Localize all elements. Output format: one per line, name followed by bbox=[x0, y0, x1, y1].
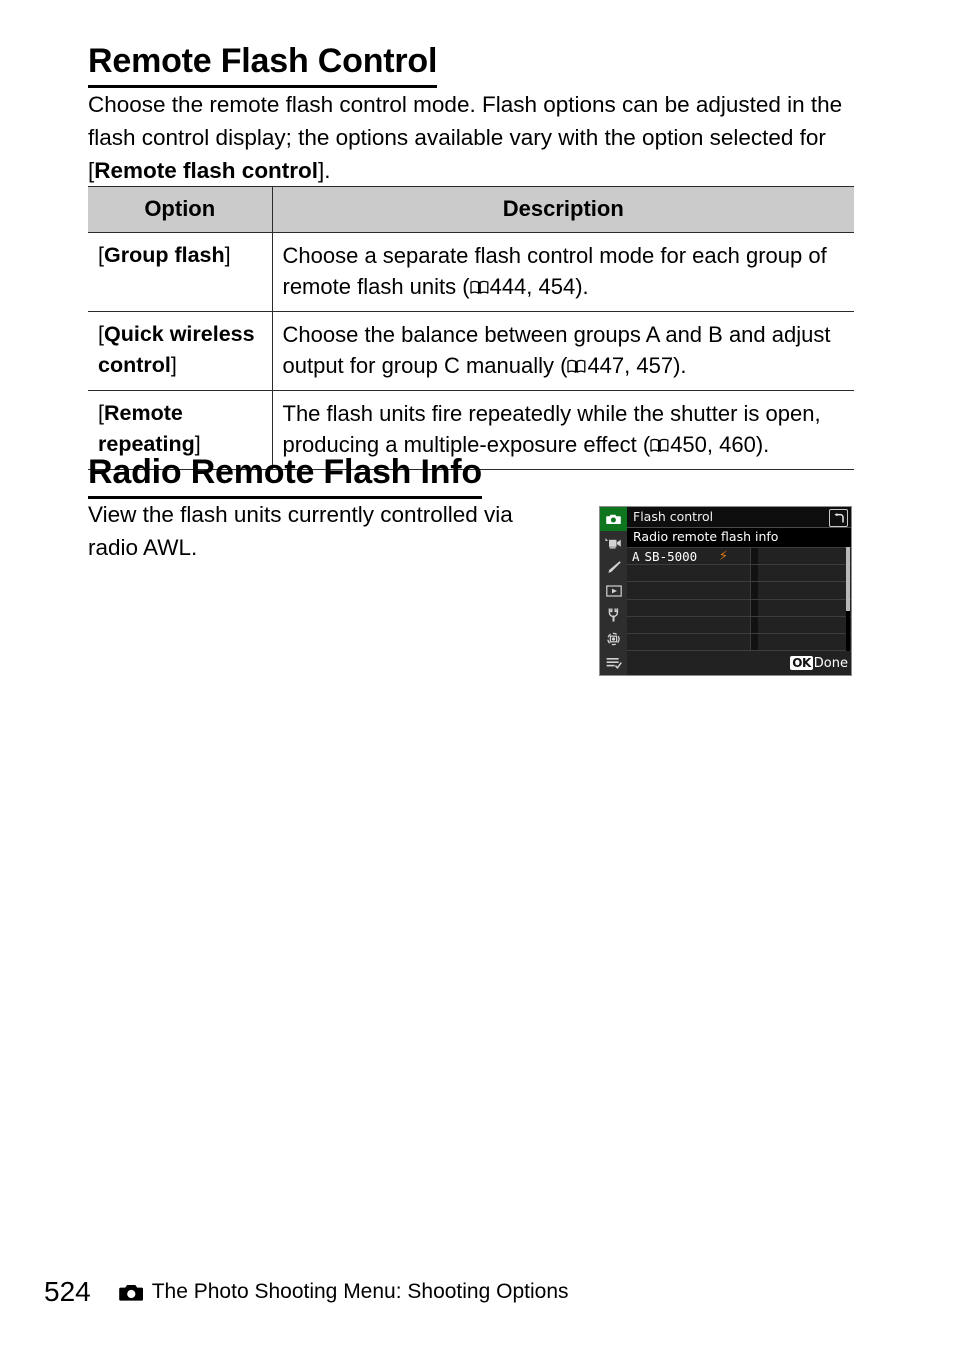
flash-units-list: A SB-5000 ⚡ bbox=[627, 547, 851, 652]
retouch-menu-icon bbox=[606, 632, 621, 646]
back-button[interactable] bbox=[829, 509, 848, 527]
description-cell: Choose the balance between groups A and … bbox=[272, 311, 854, 391]
movie-shooting-menu-icon bbox=[605, 537, 622, 549]
radio-remote-flash-info-paragraph: View the flash units currently controlle… bbox=[88, 502, 513, 560]
flash-unit-model: SB-5000 bbox=[644, 548, 698, 564]
flash-unit-info bbox=[627, 565, 751, 582]
done-label: Done bbox=[813, 655, 848, 671]
remote-flash-control-options-table: Option Description [Group flash] Choose … bbox=[88, 186, 854, 470]
flash-unit-row[interactable] bbox=[627, 599, 851, 617]
intro-text-bold: Remote flash control bbox=[94, 158, 319, 183]
flash-group-label: A bbox=[632, 548, 640, 564]
book-reference-icon bbox=[650, 438, 669, 453]
page-footer: 524 The Photo Shooting Menu: Shooting Op… bbox=[44, 1276, 569, 1308]
camera-menu-sidebar bbox=[600, 507, 627, 675]
intro-text-after: ]. bbox=[318, 158, 331, 183]
table-row: [Quick wireless control] Choose the bala… bbox=[88, 311, 854, 391]
book-reference-icon bbox=[469, 280, 489, 295]
page-references: 447, 457 bbox=[587, 353, 674, 378]
flash-unit-detail bbox=[758, 565, 851, 582]
sidebar-item-photo-shooting-menu[interactable] bbox=[600, 507, 627, 531]
option-cell: [Quick wireless control] bbox=[88, 311, 273, 391]
flash-unit-row[interactable] bbox=[627, 582, 851, 600]
my-menu-icon bbox=[606, 657, 622, 670]
camera-menu-subtitle-bar: Radio remote flash info bbox=[627, 528, 851, 547]
sidebar-item-setup-menu[interactable] bbox=[600, 603, 627, 627]
flash-unit-info bbox=[627, 599, 751, 616]
page-title-remote-flash-control: Remote Flash Control bbox=[88, 43, 437, 88]
flash-unit-row[interactable] bbox=[627, 633, 851, 652]
camera-menu-title: Flash control bbox=[633, 508, 714, 524]
footer-text: The Photo Shooting Menu: Shooting Option… bbox=[151, 1280, 569, 1303]
flash-unit-info bbox=[627, 633, 751, 651]
intro-paragraph: Choose the remote flash control mode. Fl… bbox=[88, 88, 858, 187]
bracket-close: ] bbox=[170, 353, 177, 377]
camera-menu-body: Flash control Radio remote flash info A … bbox=[627, 507, 851, 675]
camera-menu-subtitle: Radio remote flash info bbox=[633, 529, 779, 545]
return-arrow-icon bbox=[833, 509, 845, 528]
description-text-end: ). bbox=[673, 353, 687, 378]
option-cell: [Group flash] bbox=[88, 232, 273, 312]
flash-unit-detail bbox=[758, 548, 851, 565]
column-header-description: Description bbox=[272, 186, 854, 233]
camera-menu-screenshot: Flash control Radio remote flash info A … bbox=[599, 506, 852, 676]
sidebar-item-playback-menu[interactable] bbox=[600, 579, 627, 603]
flash-unit-detail bbox=[758, 599, 851, 616]
sidebar-item-movie-shooting-menu[interactable] bbox=[600, 531, 627, 555]
description-text: Choose the balance between groups A and … bbox=[282, 322, 831, 378]
sidebar-item-retouch-menu[interactable] bbox=[600, 627, 627, 651]
page-title-radio-remote-flash-info: Radio Remote Flash Info bbox=[88, 454, 482, 499]
sidebar-item-custom-settings-menu[interactable] bbox=[600, 555, 627, 579]
flash-unit-info bbox=[627, 616, 751, 633]
flash-unit-row[interactable]: A SB-5000 ⚡ bbox=[627, 547, 851, 566]
bracket-close: ] bbox=[224, 243, 231, 267]
option-label: Group flash bbox=[103, 243, 225, 267]
flash-unit-info bbox=[627, 582, 751, 599]
option-label: Remote repeating bbox=[98, 401, 195, 456]
sidebar-item-my-menu[interactable] bbox=[600, 651, 627, 675]
flash-unit-detail bbox=[758, 582, 851, 599]
done-button[interactable]: OK Done bbox=[790, 656, 848, 670]
setup-menu-icon bbox=[607, 608, 620, 622]
flash-unit-row[interactable] bbox=[627, 616, 851, 634]
page-references: 450, 460 bbox=[670, 432, 756, 457]
description-text-end: ). bbox=[755, 432, 770, 457]
flash-unit-info: A SB-5000 ⚡ bbox=[627, 548, 751, 565]
flash-unit-detail bbox=[758, 616, 851, 633]
column-header-option: Option bbox=[88, 186, 273, 233]
description-text-end: ). bbox=[575, 274, 589, 299]
page-number: 524 bbox=[44, 1276, 91, 1307]
custom-settings-menu-icon bbox=[606, 560, 622, 574]
table-row: [Group flash] Choose a separate flash co… bbox=[88, 232, 854, 312]
flash-unit-detail bbox=[758, 633, 851, 651]
camera-menu-footer: OK Done bbox=[627, 651, 851, 675]
camera-icon bbox=[118, 1283, 144, 1302]
ok-badge: OK bbox=[790, 656, 813, 670]
scrollbar[interactable] bbox=[846, 547, 850, 651]
document-page: Remote Flash Control Choose the remote f… bbox=[0, 0, 954, 1345]
scrollbar-thumb[interactable] bbox=[846, 547, 850, 612]
playback-menu-icon bbox=[605, 585, 622, 597]
flash-bolt-icon: ⚡ bbox=[718, 548, 728, 564]
description-cell: Choose a separate flash control mode for… bbox=[272, 232, 854, 312]
page-references: 444, 454 bbox=[489, 274, 576, 299]
flash-unit-row[interactable] bbox=[627, 565, 851, 583]
photo-shooting-menu-icon bbox=[606, 513, 621, 525]
camera-menu-titlebar: Flash control bbox=[627, 507, 851, 528]
book-reference-icon bbox=[567, 359, 586, 374]
table-header-row: Option Description bbox=[88, 186, 854, 233]
